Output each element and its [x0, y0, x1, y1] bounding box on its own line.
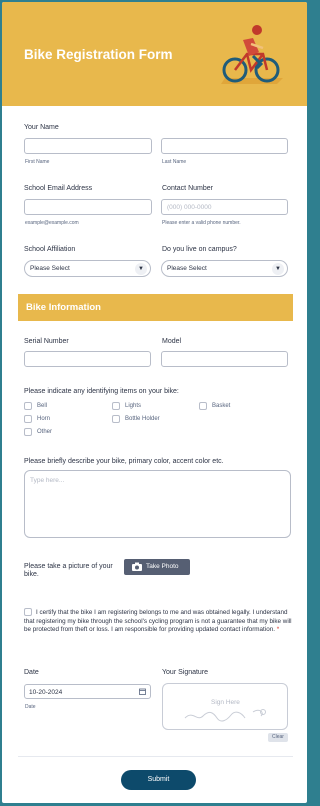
photo-label-line1: Please take a picture of your [24, 563, 113, 570]
date-value: 10-20-2024 [29, 689, 63, 696]
checkbox-label: Horn [37, 416, 51, 422]
take-photo-label: Take Photo [146, 563, 179, 570]
checkbox-label: Bell [37, 403, 48, 409]
checkbox-other[interactable] [24, 428, 32, 436]
last-name-input[interactable] [161, 138, 288, 154]
bike-info-section-header: Bike Information [18, 294, 293, 321]
describe-placeholder: Type here... [30, 477, 65, 484]
model-label: Model [162, 338, 182, 345]
calendar-icon[interactable] [139, 688, 146, 695]
cyclist-illustration-icon [221, 25, 283, 84]
checkbox-label: Other [37, 429, 53, 435]
email-label: School Email Address [24, 185, 93, 192]
checkbox-label: Basket [212, 403, 231, 409]
campus-select[interactable]: Please Select ▼ [161, 260, 288, 277]
model-input[interactable] [161, 351, 288, 367]
checkbox-bottle-holder[interactable] [112, 415, 120, 423]
last-name-sublabel: Last Name [162, 159, 187, 165]
form-header: Bike Registration Form [2, 2, 307, 106]
required-mark: * [276, 626, 280, 634]
signature-label: Your Signature [162, 669, 209, 676]
describe-textarea[interactable]: Type here... [24, 470, 291, 538]
form-container: Bike Registration Form Your Name First N… [1, 1, 308, 804]
certify-statement: I certify that the bike I am registering… [24, 609, 292, 634]
describe-label: Please briefly describe your bike, prima… [24, 458, 224, 465]
signature-pad[interactable]: Sign Here [162, 683, 288, 730]
phone-input[interactable]: (000) 000-0000 [161, 199, 288, 215]
checkbox-label: Bottle Holder [125, 416, 160, 422]
date-input[interactable]: 10-20-2024 [24, 684, 151, 699]
items-label: Please indicate any identifying items on… [24, 388, 179, 395]
signature-squiggle-icon [184, 709, 266, 722]
first-name-input[interactable] [24, 138, 152, 154]
contact-label: Contact Number [162, 185, 213, 192]
chevron-down-icon: ▼ [135, 263, 147, 275]
checkbox-horn[interactable] [24, 415, 32, 423]
certify-text: I certify that the bike I am registering… [24, 609, 294, 635]
take-photo-button[interactable]: Take Photo [124, 559, 190, 575]
phone-sublabel: Please enter a valid phone number. [162, 220, 241, 226]
checkbox-bell[interactable] [24, 402, 32, 410]
section-title: Bike Information [26, 302, 101, 313]
affiliation-label: School Affiliation [24, 246, 76, 253]
serial-input[interactable] [24, 351, 151, 367]
campus-label: Do you live on campus? [162, 246, 237, 253]
camera-icon [132, 562, 142, 571]
email-sublabel: example@example.com [25, 220, 79, 226]
date-label: Date [24, 669, 39, 676]
checkbox-label: Lights [125, 403, 142, 409]
date-sublabel: Date [25, 704, 36, 710]
campus-select-value: Please Select [167, 265, 207, 272]
form-title: Bike Registration Form [24, 47, 173, 62]
first-name-sublabel: First Name [25, 159, 50, 165]
checkbox-lights[interactable] [112, 402, 120, 410]
affiliation-select[interactable]: Please Select ▼ [24, 260, 151, 277]
email-input[interactable] [24, 199, 152, 215]
submit-button[interactable]: Submit [121, 770, 196, 790]
divider [18, 756, 293, 757]
affiliation-select-value: Please Select [30, 265, 70, 272]
checkbox-basket[interactable] [199, 402, 207, 410]
name-label: Your Name [24, 124, 59, 131]
serial-label: Serial Number [24, 338, 69, 345]
photo-label-line2: bike. [24, 571, 39, 578]
chevron-down-icon: ▼ [272, 263, 284, 275]
sign-here-placeholder: Sign Here [211, 699, 240, 706]
clear-signature-button[interactable]: Clear [268, 733, 288, 742]
phone-placeholder: (000) 000-0000 [167, 204, 212, 211]
